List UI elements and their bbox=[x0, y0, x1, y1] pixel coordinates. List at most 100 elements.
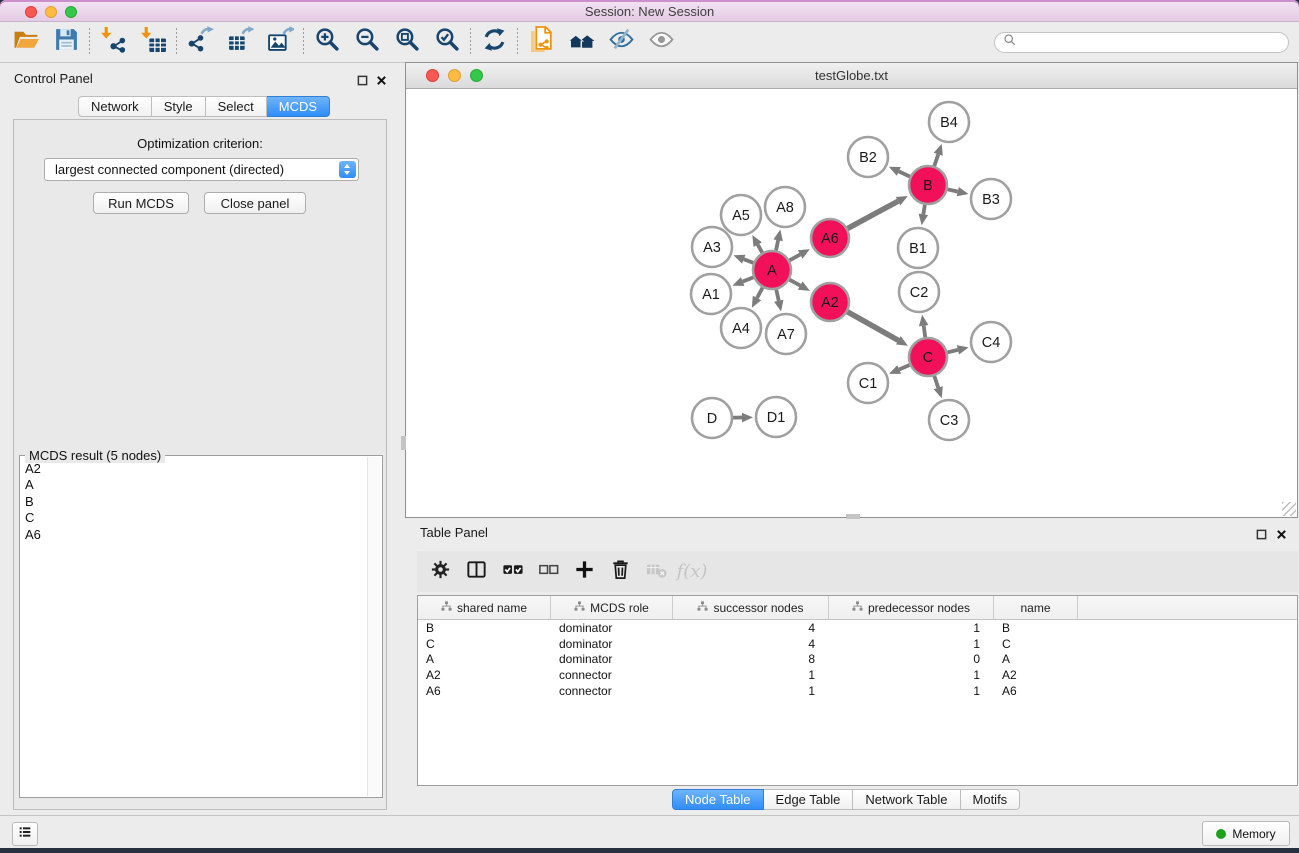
cell-name[interactable]: A2 bbox=[994, 668, 1078, 682]
bottom-scroll-nub[interactable] bbox=[846, 514, 860, 519]
cell-name[interactable]: C bbox=[994, 637, 1078, 651]
cell-successor-nodes[interactable]: 4 bbox=[673, 621, 829, 635]
cell-name[interactable]: B bbox=[994, 621, 1078, 635]
export-image-button[interactable] bbox=[264, 26, 296, 58]
hide-selected-button[interactable] bbox=[605, 26, 637, 58]
mcds-result-item[interactable]: A6 bbox=[25, 527, 364, 543]
cell-predecessor-nodes[interactable]: 1 bbox=[829, 621, 994, 635]
cell-successor-nodes[interactable]: 8 bbox=[673, 652, 829, 666]
first-neighbors-icon bbox=[568, 26, 595, 58]
search-input[interactable] bbox=[1021, 34, 1280, 50]
cell-predecessor-nodes[interactable]: 0 bbox=[829, 652, 994, 666]
tab-node-table[interactable]: Node Table bbox=[672, 789, 764, 810]
select-all-columns-button[interactable] bbox=[497, 557, 527, 587]
cell-MCDS-role[interactable]: dominator bbox=[551, 621, 673, 635]
column-header-name[interactable]: name bbox=[994, 596, 1078, 619]
run-mcds-button[interactable]: Run MCDS bbox=[93, 192, 189, 214]
mcds-result-item[interactable]: A bbox=[25, 477, 364, 493]
cell-name[interactable]: A6 bbox=[994, 684, 1078, 698]
column-header-predecessor-nodes[interactable]: predecessor nodes bbox=[829, 596, 994, 619]
task-history-button[interactable] bbox=[12, 822, 38, 846]
desktop: Session: New Session Control Panel Netwo… bbox=[0, 0, 1299, 853]
import-table-icon bbox=[140, 26, 167, 58]
column-header-label: successor nodes bbox=[713, 601, 803, 615]
zoom-fit-button[interactable] bbox=[391, 26, 423, 58]
close-panel-button[interactable]: Close panel bbox=[204, 192, 306, 214]
cell-MCDS-role[interactable]: connector bbox=[551, 668, 673, 682]
tab-select[interactable]: Select bbox=[206, 96, 267, 117]
mcds-result-item[interactable]: A2 bbox=[25, 461, 364, 477]
cell-shared-name[interactable]: A bbox=[418, 652, 551, 666]
delete-columns-icon bbox=[609, 558, 632, 586]
tab-network[interactable]: Network bbox=[78, 96, 152, 117]
table-row[interactable]: A2connector11A2 bbox=[418, 667, 1297, 683]
deselect-all-columns-button[interactable] bbox=[533, 557, 563, 587]
cell-MCDS-role[interactable]: dominator bbox=[551, 652, 673, 666]
cell-shared-name[interactable]: B bbox=[418, 621, 551, 635]
browse-columns-button[interactable] bbox=[461, 557, 491, 587]
graph-arrowhead bbox=[957, 345, 969, 354]
cell-predecessor-nodes[interactable]: 1 bbox=[829, 668, 994, 682]
cell-predecessor-nodes[interactable]: 1 bbox=[829, 684, 994, 698]
tab-network-table[interactable]: Network Table bbox=[853, 789, 960, 810]
mcds-result-scrollbar[interactable] bbox=[367, 457, 381, 796]
open-folder-button[interactable] bbox=[10, 26, 42, 58]
table-row[interactable]: Bdominator41B bbox=[418, 620, 1297, 636]
column-header-successor-nodes[interactable]: successor nodes bbox=[673, 596, 829, 619]
cell-MCDS-role[interactable]: dominator bbox=[551, 637, 673, 651]
tab-edge-table[interactable]: Edge Table bbox=[764, 789, 854, 810]
memory-button[interactable]: Memory bbox=[1202, 821, 1290, 846]
cell-MCDS-role[interactable]: connector bbox=[551, 684, 673, 698]
zoom-selected-button[interactable] bbox=[431, 26, 463, 58]
refresh-layout-button[interactable] bbox=[478, 26, 510, 58]
table-row[interactable]: A6connector11A6 bbox=[418, 683, 1297, 699]
column-header-shared-name[interactable]: shared name bbox=[418, 596, 551, 619]
table-row[interactable]: Cdominator41C bbox=[418, 636, 1297, 652]
cell-shared-name[interactable]: C bbox=[418, 637, 551, 651]
graph-node-label-C3: C3 bbox=[940, 413, 959, 429]
cell-successor-nodes[interactable]: 1 bbox=[673, 684, 829, 698]
cell-name[interactable]: A bbox=[994, 652, 1078, 666]
import-table-button[interactable] bbox=[137, 26, 169, 58]
control-panel-float-icon[interactable] bbox=[356, 74, 369, 87]
zoom-out-button[interactable] bbox=[351, 26, 383, 58]
function-builder-button[interactable]: f(x) bbox=[677, 557, 707, 587]
cell-successor-nodes[interactable]: 1 bbox=[673, 668, 829, 682]
graph-arrowhead bbox=[934, 144, 943, 156]
column-header-MCDS-role[interactable]: MCDS role bbox=[551, 596, 673, 619]
cell-shared-name[interactable]: A6 bbox=[418, 684, 551, 698]
window-resize-grip[interactable] bbox=[1282, 502, 1296, 516]
delete-table-button[interactable] bbox=[641, 557, 671, 587]
export-table-button[interactable] bbox=[224, 26, 256, 58]
table-options-gear-button[interactable] bbox=[425, 557, 455, 587]
add-column-button[interactable] bbox=[569, 557, 599, 587]
tab-style[interactable]: Style bbox=[152, 96, 206, 117]
show-all-button[interactable] bbox=[645, 26, 677, 58]
table-panel-close-icon[interactable] bbox=[1275, 528, 1288, 541]
mcds-result-item[interactable]: C bbox=[25, 510, 364, 526]
tab-mcds[interactable]: MCDS bbox=[267, 96, 330, 117]
mcds-result-item[interactable]: B bbox=[25, 494, 364, 510]
delete-columns-button[interactable] bbox=[605, 557, 635, 587]
first-neighbors-button[interactable] bbox=[565, 26, 597, 58]
control-panel-close-icon[interactable] bbox=[375, 74, 388, 87]
table-row[interactable]: Adominator80A bbox=[418, 651, 1297, 667]
memory-status-icon bbox=[1216, 829, 1226, 839]
graph-node-label-A7: A7 bbox=[777, 327, 795, 343]
tab-motifs[interactable]: Motifs bbox=[961, 789, 1021, 810]
column-header-label: name bbox=[1020, 601, 1050, 615]
import-network-button[interactable] bbox=[97, 26, 129, 58]
cell-predecessor-nodes[interactable]: 1 bbox=[829, 637, 994, 651]
zoom-in-button[interactable] bbox=[311, 26, 343, 58]
optimization-criterion-select[interactable]: largest connected component (directed) bbox=[44, 158, 359, 181]
cell-shared-name[interactable]: A2 bbox=[418, 668, 551, 682]
export-network-button[interactable] bbox=[184, 26, 216, 58]
search-box[interactable] bbox=[994, 32, 1289, 53]
save-session-button[interactable] bbox=[50, 26, 82, 58]
cell-successor-nodes[interactable]: 4 bbox=[673, 637, 829, 651]
left-scroll-nub[interactable] bbox=[401, 436, 406, 450]
network-canvas[interactable]: B4B2BB3A5A8A6A3AB1A1C2A2A4A7CC4C1C3DD1 bbox=[406, 89, 1297, 517]
column-header-label: MCDS role bbox=[590, 601, 649, 615]
new-network-from-file-button[interactable] bbox=[525, 26, 557, 58]
table-panel-float-icon[interactable] bbox=[1255, 528, 1268, 541]
